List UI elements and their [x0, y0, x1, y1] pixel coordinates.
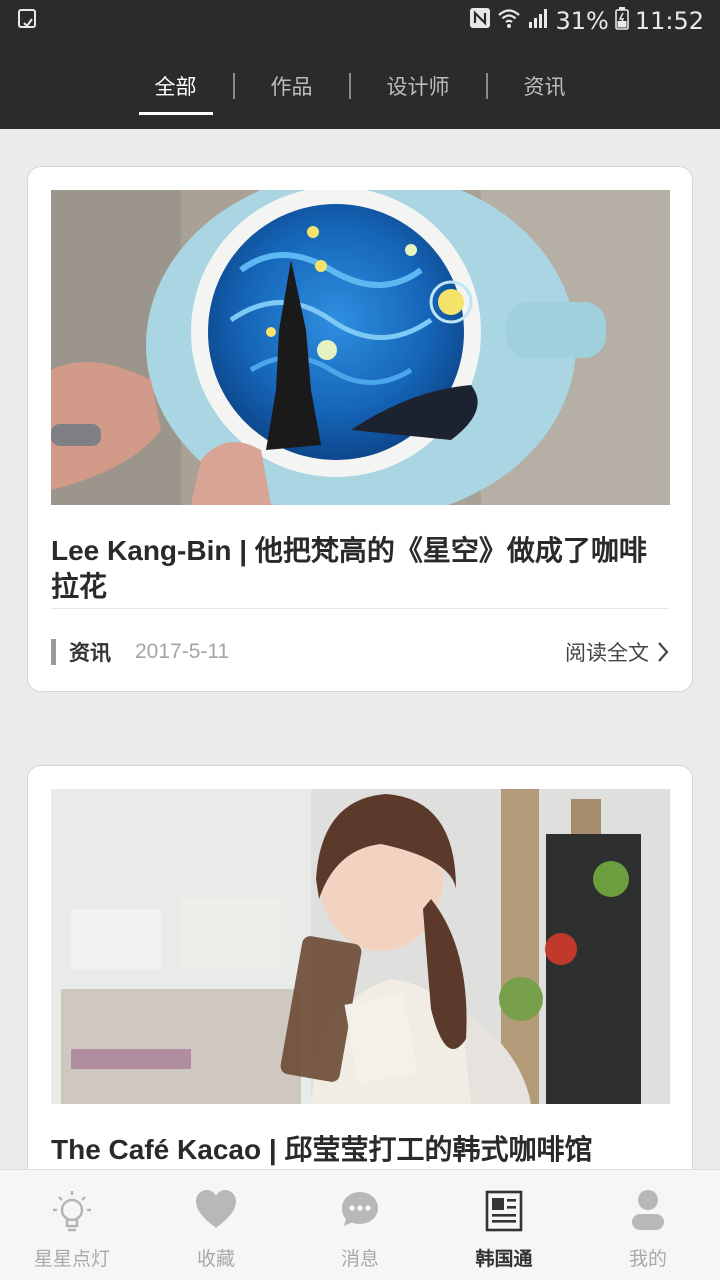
nav-label: 消息	[340, 1248, 379, 1270]
nav-item-messages[interactable]: 消息	[288, 1170, 432, 1280]
read-full-article-link[interactable]: 阅读全文	[565, 637, 669, 667]
nav-item-profile[interactable]: 我的	[576, 1170, 720, 1280]
article-feed: Lee Kang-Bin | 他把梵高的《星空》做成了咖啡拉花 资讯 2017-…	[0, 129, 720, 1169]
clock: 11:52	[634, 7, 704, 35]
status-bar: 31% 11:52	[0, 0, 720, 42]
nav-item-favorites[interactable]: 收藏	[144, 1170, 288, 1280]
chevron-right-icon	[658, 642, 669, 662]
tab-all[interactable]: 全部	[135, 42, 217, 129]
read-more-label: 阅读全文	[565, 641, 649, 665]
tab-divider	[485, 72, 488, 99]
notification-icon	[16, 8, 38, 34]
article-title[interactable]: The Café Kacao | 邱莹莹打工的韩式咖啡馆	[51, 1132, 664, 1168]
nav-label: 星星点灯	[33, 1248, 110, 1270]
category-marker	[51, 639, 56, 665]
tab-works[interactable]: 作品	[251, 42, 333, 129]
tab-designers[interactable]: 设计师	[367, 42, 470, 129]
article-card[interactable]: Lee Kang-Bin | 他把梵高的《星空》做成了咖啡拉花 资讯 2017-…	[27, 166, 693, 692]
article-image-latte-art[interactable]	[51, 190, 670, 505]
battery-percent: 31%	[555, 7, 609, 35]
article-date: 2017-5-11	[135, 640, 230, 663]
nav-label: 收藏	[196, 1248, 235, 1270]
nav-label: 我的	[628, 1248, 667, 1270]
person-icon	[626, 1188, 670, 1234]
article-category: 资讯	[69, 641, 111, 665]
card-divider	[51, 608, 669, 609]
article-card[interactable]: The Café Kacao | 邱莹莹打工的韩式咖啡馆	[27, 765, 693, 1169]
heart-icon	[194, 1188, 238, 1234]
newspaper-icon	[482, 1188, 526, 1234]
category-tabs: 全部 作品 设计师 资讯	[0, 42, 720, 129]
chat-bubble-icon	[338, 1188, 382, 1234]
tab-divider	[348, 72, 351, 99]
wifi-icon	[497, 7, 521, 35]
nav-label: 韩国通	[475, 1248, 533, 1270]
lightbulb-icon	[50, 1188, 94, 1234]
battery-icon	[615, 6, 629, 36]
bottom-navigation: 星星点灯 收藏 消息 韩国通 我的	[0, 1169, 720, 1280]
tab-news[interactable]: 资讯	[504, 42, 586, 129]
nav-item-starlight[interactable]: 星星点灯	[0, 1170, 144, 1280]
article-title[interactable]: Lee Kang-Bin | 他把梵高的《星空》做成了咖啡拉花	[51, 533, 664, 605]
nfc-icon	[469, 7, 491, 35]
nav-item-korea[interactable]: 韩国通	[432, 1170, 576, 1280]
signal-icon	[527, 7, 549, 35]
article-image-cafe[interactable]	[51, 789, 670, 1104]
tab-divider	[232, 72, 235, 99]
article-meta: 资讯 2017-5-11 阅读全文	[51, 637, 669, 667]
